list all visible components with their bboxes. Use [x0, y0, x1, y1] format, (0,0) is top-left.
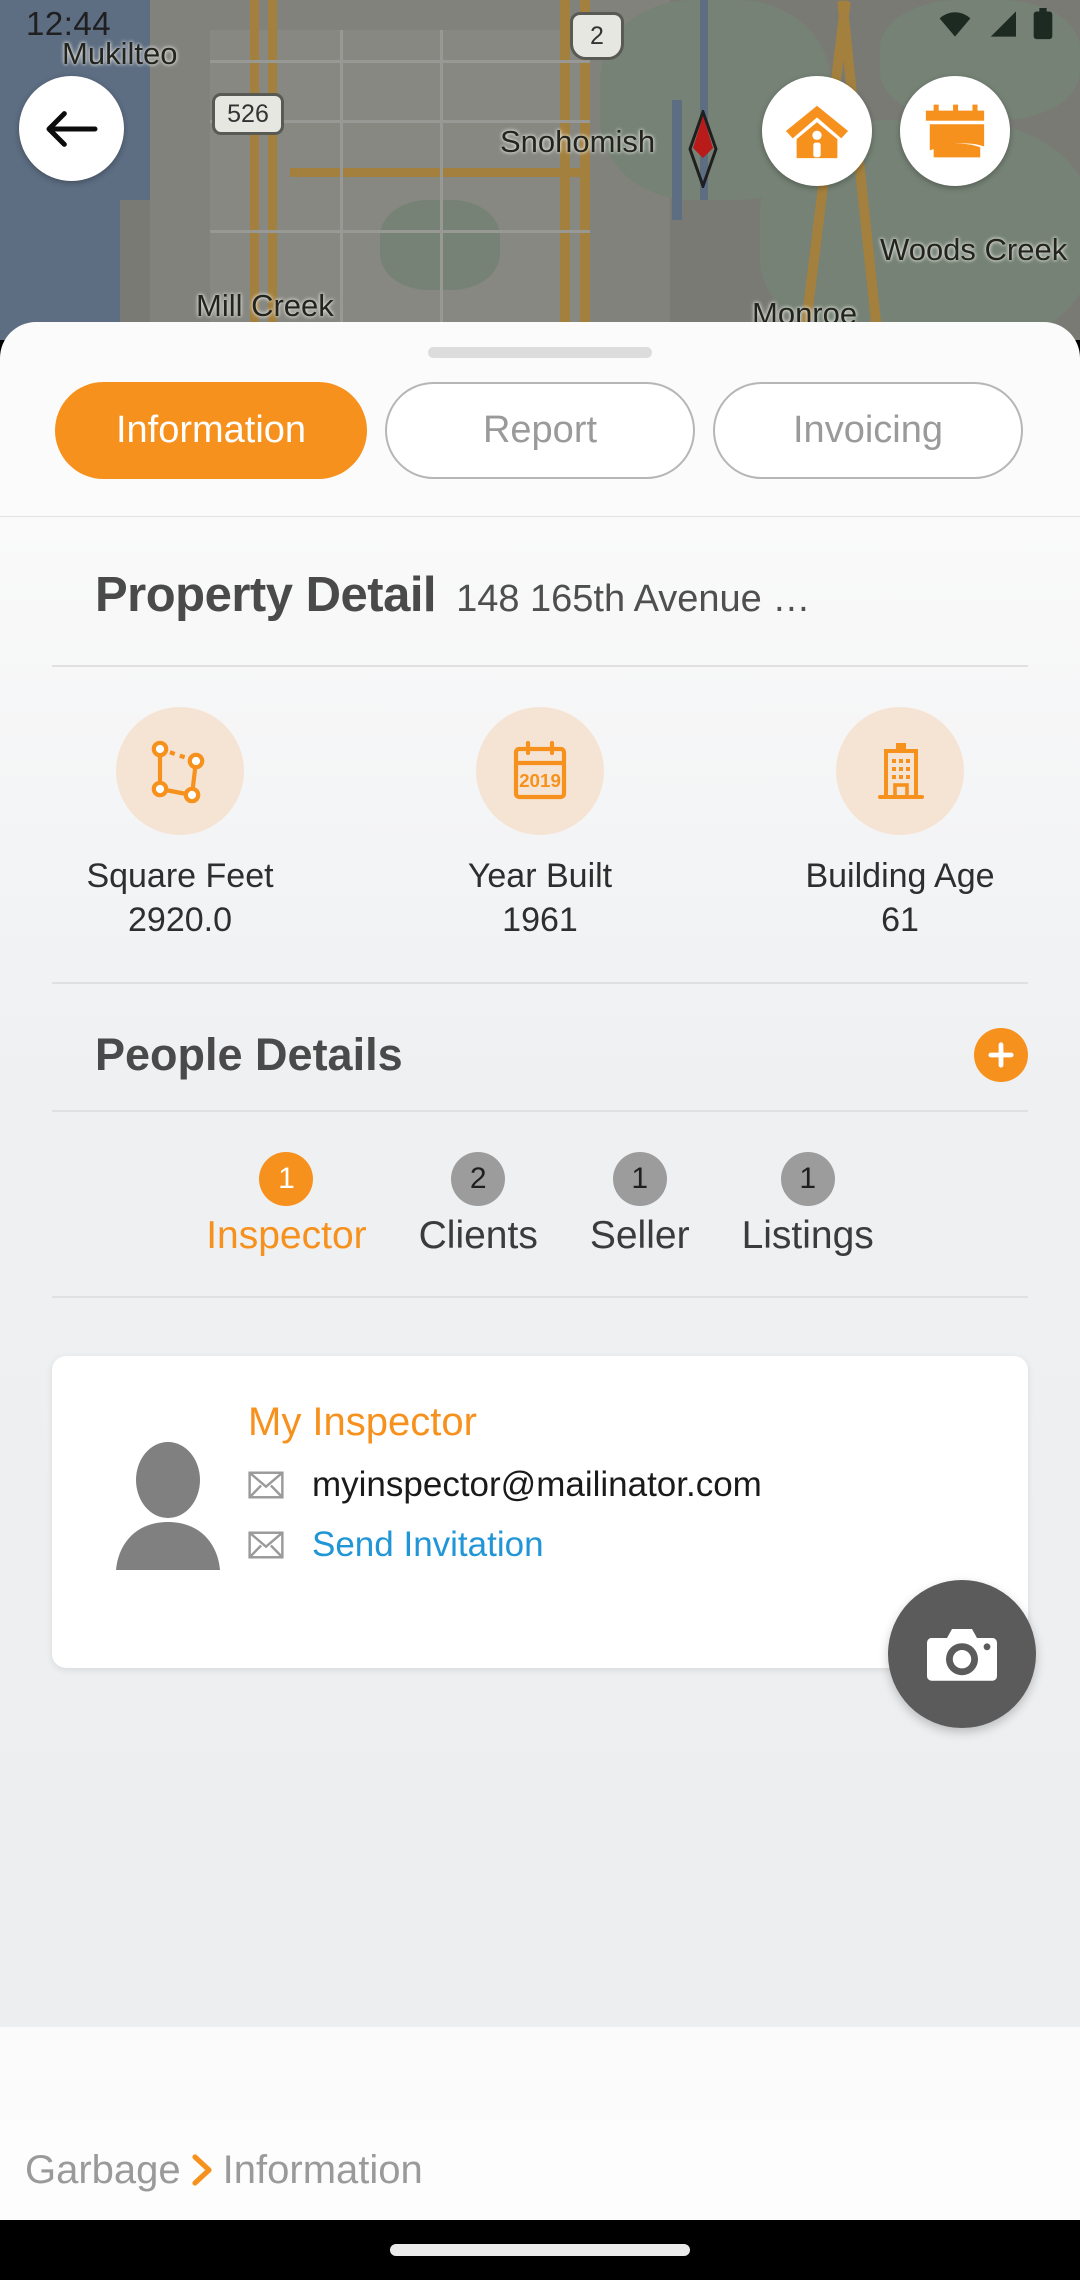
calendar-year-icon-wrap: 2019	[476, 707, 604, 835]
home-gesture-pill[interactable]	[390, 2244, 690, 2256]
breadcrumb-root[interactable]: Garbage	[25, 2148, 181, 2193]
status-badge: 1	[612, 1152, 667, 1206]
camera-button[interactable]	[888, 1580, 1036, 1728]
stat-label: Square Feet	[86, 857, 274, 895]
inspector-card-body: My Inspector myinspector@mailinator.com …	[248, 1390, 992, 1624]
back-button[interactable]	[19, 76, 124, 181]
section-title: People Details	[95, 1029, 403, 1080]
sheet-tab-bar: Information Report Invoicing	[0, 358, 1080, 479]
chevron-right-icon	[189, 2153, 215, 2187]
stat-value: 1961	[502, 901, 578, 939]
stat-square-feet: Square Feet 2920.0	[0, 707, 360, 940]
stat-label: Building Age	[805, 857, 995, 895]
calendar-flip-icon	[925, 104, 985, 158]
calendar-button[interactable]	[900, 76, 1010, 186]
stat-year-built: 2019 Year Built 1961	[360, 707, 720, 940]
back-arrow-icon	[46, 110, 97, 147]
battery-icon	[1033, 8, 1053, 40]
inspector-card[interactable]: My Inspector myinspector@mailinator.com …	[52, 1356, 1028, 1668]
breadcrumb: Garbage Information	[0, 2120, 1080, 2220]
person-tab-label: Inspector	[206, 1214, 367, 1257]
tab-invoicing[interactable]: Invoicing	[713, 382, 1023, 479]
people-details-header: People Details	[0, 984, 1080, 1082]
send-invitation-link[interactable]: Send Invitation	[312, 1525, 544, 1565]
inspector-email: myinspector@mailinator.com	[312, 1465, 762, 1504]
property-detail-header: Property Detail 148 165th Avenue …	[0, 517, 1080, 623]
page-title: Property Detail	[95, 568, 437, 622]
person-tab-inspector[interactable]: 1 Inspector	[180, 1152, 392, 1258]
person-tab-clients[interactable]: 2 Clients	[393, 1152, 564, 1258]
add-person-button[interactable]	[974, 1028, 1028, 1082]
person-tab-seller[interactable]: 1 Seller	[564, 1152, 716, 1258]
status-bar-icons	[938, 8, 1054, 40]
building-icon-wrap	[836, 707, 964, 835]
bottom-sheet: Information Report Invoicing Property De…	[0, 322, 1080, 2120]
calendar-year-icon: 2019	[513, 740, 567, 800]
property-address: 148 165th Avenue …	[456, 578, 811, 620]
cellular-signal-icon	[990, 11, 1016, 37]
stat-value: 2920.0	[128, 901, 232, 939]
building-icon	[878, 743, 924, 799]
stat-label: Year Built	[467, 857, 613, 895]
send-invitation-row[interactable]: Send Invitation	[248, 1525, 992, 1565]
sheet-drag-handle[interactable]	[428, 347, 652, 358]
envelope-icon	[248, 1531, 284, 1559]
camera-icon	[926, 1629, 998, 1681]
status-badge: 2	[451, 1152, 506, 1206]
stat-building-age: Building Age 61	[720, 707, 1080, 940]
user-avatar-icon	[116, 1442, 220, 1570]
system-navigation-bar	[0, 2220, 1080, 2280]
inspector-name: My Inspector	[248, 1400, 477, 1444]
inspector-email-row: myinspector@mailinator.com	[248, 1465, 992, 1505]
home-info-icon	[785, 105, 849, 159]
person-tab-label: Clients	[418, 1214, 538, 1257]
status-badge: 1	[780, 1152, 835, 1206]
calendar-year-text: 2019	[519, 770, 561, 791]
information-panel: Property Detail 148 165th Avenue … Squar…	[0, 517, 1080, 2027]
tab-information[interactable]: Information	[55, 382, 367, 479]
polygon-area-icon-wrap	[116, 707, 244, 835]
plus-icon	[988, 1042, 1014, 1068]
home-info-button[interactable]	[762, 76, 872, 186]
status-bar-time: 12:44	[26, 5, 112, 42]
divider	[52, 1296, 1028, 1298]
person-category-tabs: 1 Inspector 2 Clients 1 Seller 1 Listing…	[0, 1112, 1080, 1258]
stat-value: 61	[881, 901, 919, 939]
person-tab-listings[interactable]: 1 Listings	[716, 1152, 900, 1258]
person-tab-label: Seller	[589, 1214, 690, 1257]
polygon-area-icon	[151, 740, 205, 804]
wifi-icon	[939, 12, 971, 37]
person-tab-label: Listings	[741, 1214, 874, 1257]
status-badge: 1	[259, 1152, 314, 1206]
breadcrumb-current: Information	[222, 2147, 423, 2192]
status-bar: 12:44	[0, 0, 1080, 48]
property-stats-row: Square Feet 2920.0 2019 Year Built 1961	[0, 667, 1080, 940]
tab-report[interactable]: Report	[385, 382, 695, 479]
avatar	[88, 1390, 248, 1624]
envelope-icon	[248, 1471, 284, 1499]
